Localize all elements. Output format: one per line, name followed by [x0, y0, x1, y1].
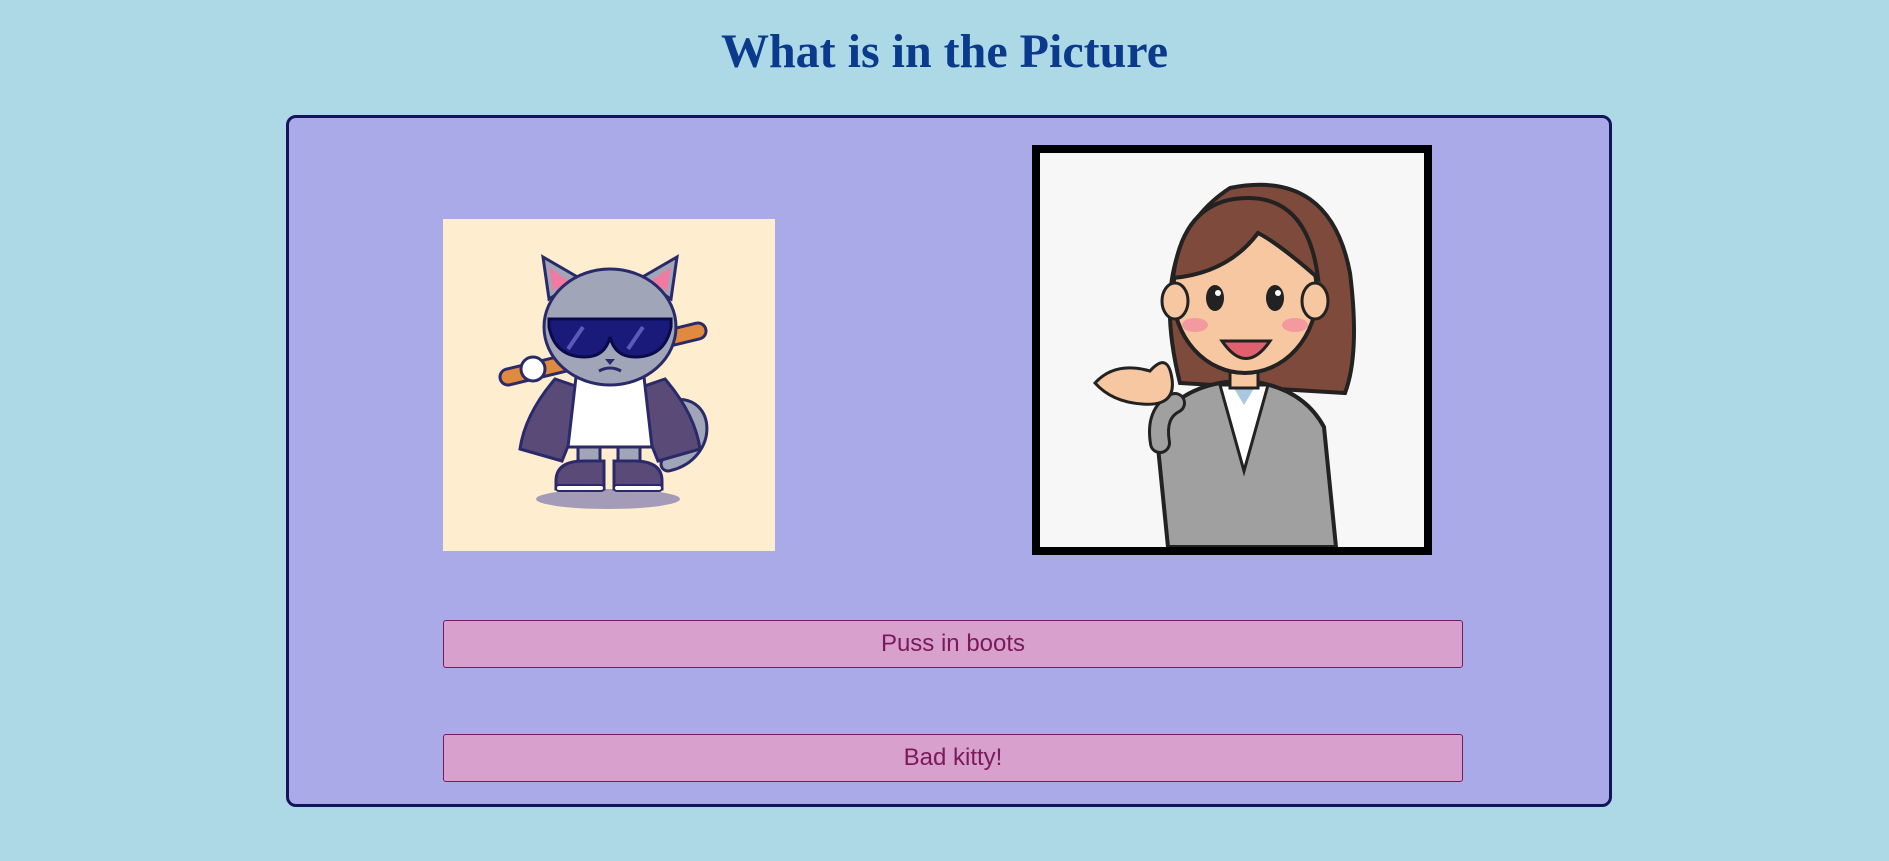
cat-with-bat-icon: [498, 254, 709, 509]
answer-button-bad-kitty[interactable]: Bad kitty!: [443, 734, 1463, 782]
picture-cat[interactable]: [443, 219, 775, 551]
answer-button-puss-in-boots[interactable]: Puss in boots: [443, 620, 1463, 668]
picture-woman[interactable]: [1032, 145, 1432, 555]
quiz-panel: Puss in boots Bad kitty!: [286, 115, 1612, 807]
page-title: What is in the Picture: [720, 25, 1169, 78]
waving-woman-icon: [1092, 182, 1356, 547]
